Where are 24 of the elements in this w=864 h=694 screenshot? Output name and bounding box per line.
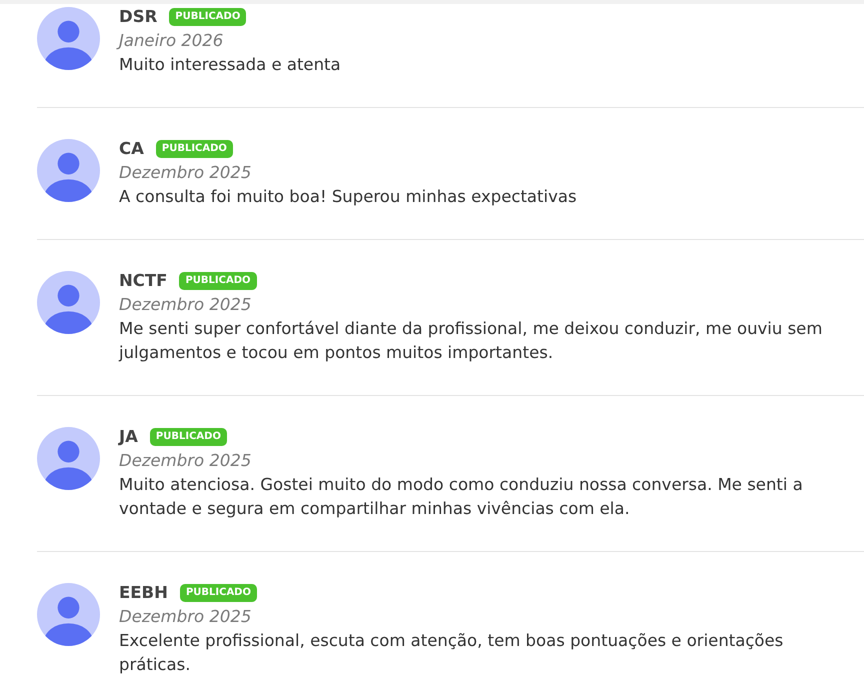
status-badge: PUBLICADO	[150, 428, 227, 446]
review-text: Muito atenciosa. Gostei muito do modo como conduziu nossa conversa. Me senti a vontade e segura em compartilhar minhas vivências com ela.	[119, 474, 804, 520]
review-date: Dezembro 2025	[119, 162, 252, 184]
status-badge: PUBLICADO	[180, 584, 257, 602]
review-text: Muito interessada e atenta	[119, 54, 342, 76]
review-text: Excelente profissional, escuta com atenção, tem boas pontuações e orientações práticas.	[119, 630, 784, 676]
reviewer-name: DSR	[119, 6, 158, 28]
status-badge: PUBLICADO	[169, 8, 246, 26]
reviewer-name: EEBH	[119, 582, 168, 604]
review-date: Dezembro 2025	[119, 450, 252, 472]
review-date: Dezembro 2025	[119, 294, 252, 316]
status-badge: PUBLICADO	[179, 272, 256, 290]
person-avatar-icon	[37, 139, 100, 202]
status-badge: PUBLICADO	[156, 140, 233, 158]
person-avatar-icon	[37, 583, 100, 646]
review-date: Dezembro 2025	[119, 606, 252, 628]
person-avatar-icon	[37, 427, 100, 490]
review-text: Me senti super confortável diante da profissional, me deixou conduzir, me ouviu sem julgamentos e tocou em pontos muitos importantes.	[119, 318, 824, 364]
review-text: A consulta foi muito boa! Superou minhas expectativas	[119, 186, 578, 208]
reviewer-name: CA	[119, 138, 144, 160]
reviewer-name: NCTF	[119, 270, 168, 292]
reviewer-name: JA	[119, 426, 138, 448]
person-avatar-icon	[37, 7, 100, 70]
person-avatar-icon	[37, 271, 100, 334]
